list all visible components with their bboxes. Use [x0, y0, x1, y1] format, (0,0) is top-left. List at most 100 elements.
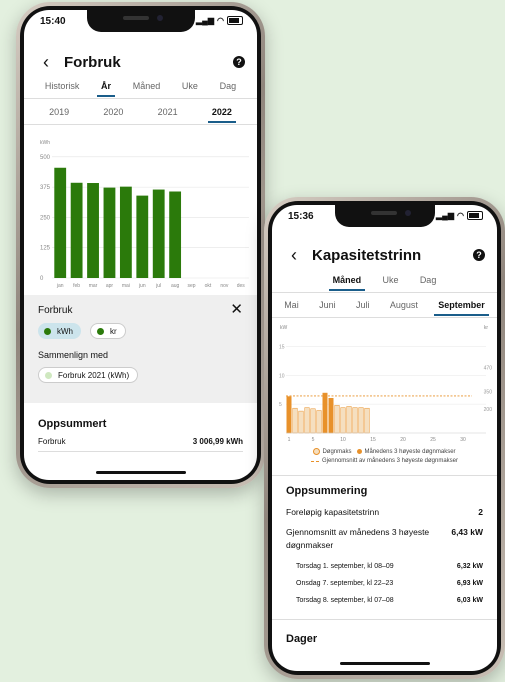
x-tick-label: 5 [312, 437, 315, 443]
y-tick-label: 375 [40, 185, 51, 191]
y-tick-label: 5 [279, 402, 282, 408]
unit-option-kwh[interactable]: kWh [38, 323, 81, 339]
year-2022[interactable]: 2022 [207, 105, 236, 123]
x-tick-label: des [237, 283, 246, 289]
tab-historisk[interactable]: Historisk [41, 79, 84, 97]
x-tick-label: nov [220, 283, 229, 289]
top3-bar [328, 397, 334, 434]
month-mai[interactable]: Mai [280, 298, 303, 316]
legend-item-top3: Månedens 3 høyeste døgnmakser [357, 449, 456, 455]
unit-option-kr[interactable]: kr [90, 323, 126, 339]
peak-value: 6,03 kW [456, 597, 483, 604]
bar [70, 182, 83, 278]
legend-item-daily-max: Døgnmaks [313, 448, 351, 455]
left-axis-unit: kW [280, 325, 288, 331]
status-time: 15:36 [288, 211, 314, 222]
average-label-line2: døgnmakser [286, 540, 334, 550]
tab-dag[interactable]: Dag [216, 79, 241, 97]
year-2019[interactable]: 2019 [45, 105, 73, 123]
x-tick-label: jul [155, 283, 161, 289]
capacity-level-label: Foreløpig kapasitetstrinn [286, 507, 380, 517]
bar [103, 187, 116, 278]
top3-bar [286, 396, 292, 434]
daily-max-bar [352, 407, 358, 434]
bar [87, 183, 99, 278]
filter-title: Forbruk [38, 305, 73, 316]
page-title: Forbruk [64, 54, 121, 71]
compare-dot-icon [45, 371, 52, 379]
y-tick-label: 500 [40, 155, 51, 161]
month-august[interactable]: August [386, 298, 422, 316]
back-chevron-icon[interactable]: ‹ [284, 245, 304, 266]
summary-row-value: 3 006,99 kWh [192, 437, 243, 446]
home-indicator[interactable] [339, 662, 430, 665]
days-title: Dager [286, 633, 318, 645]
battery-icon [227, 16, 243, 25]
help-icon[interactable]: ? [473, 249, 485, 261]
y-tick-label: 125 [40, 246, 51, 252]
phone-1: 15:40 ▂▄▆ ◠ ‹ Forbruk ? Historisk År Mån… [16, 2, 265, 488]
selected-dot-icon [44, 327, 51, 335]
daily-max-bar [292, 407, 298, 434]
home-indicator[interactable] [95, 471, 186, 474]
month-juli[interactable]: Juli [352, 298, 374, 316]
top3-bar [322, 392, 328, 434]
x-tick-label: 20 [400, 437, 406, 443]
y-tick-label: 15 [279, 345, 285, 351]
compare-option[interactable]: Forbruk 2021 (kWh) [38, 367, 139, 383]
x-tick-label: feb [73, 283, 80, 289]
average-value: 6,43 kW [451, 527, 483, 537]
month-juni[interactable]: Juni [315, 298, 340, 316]
wifi-icon: ◠ [457, 211, 464, 220]
nav-bar: ‹ Kapasitetstrinn ? [272, 245, 497, 266]
x-tick-label: jan [56, 283, 64, 289]
close-icon[interactable]: ✕ [230, 300, 243, 318]
signal-icon: ▂▄▆ [436, 211, 455, 220]
daily-max-bar [298, 410, 304, 434]
right-tick-label: 350 [484, 389, 493, 395]
tab-uke[interactable]: Uke [378, 273, 402, 291]
x-tick-label: jun [138, 283, 146, 289]
tab-ar[interactable]: År [97, 79, 116, 97]
daily-max-bar [304, 407, 310, 434]
filter-panel: Forbruk ✕ kWh kr Sammenlign med Forbruk … [24, 295, 257, 403]
tab-maned[interactable]: Måned [328, 273, 366, 291]
period-tabs: Historisk År Måned Uke Dag [24, 79, 257, 97]
year-2021[interactable]: 2021 [154, 105, 182, 123]
back-chevron-icon[interactable]: ‹ [36, 52, 56, 73]
period-tabs: Måned Uke Dag [322, 273, 447, 291]
bar [54, 167, 67, 278]
tab-maned[interactable]: Måned [129, 79, 165, 97]
year-2020[interactable]: 2020 [99, 105, 127, 123]
month-september[interactable]: September [434, 298, 489, 316]
daily-max-bar [310, 408, 316, 434]
x-tick-label: 1 [288, 437, 291, 443]
tab-uke[interactable]: Uke [178, 79, 202, 97]
peak-value: 6,32 kW [456, 563, 483, 570]
summary-title: Oppsummert [38, 418, 107, 430]
daily-max-bar [364, 407, 370, 434]
month-tabs: Mai Juni Juli August September [272, 298, 497, 316]
tab-dag[interactable]: Dag [416, 273, 441, 291]
x-tick-label: mar [89, 283, 98, 289]
signal-icon: ▂▄▆ [196, 16, 215, 25]
help-icon[interactable]: ? [233, 56, 245, 68]
peak-value: 6,93 kW [456, 580, 483, 587]
x-tick-label: sep [188, 283, 196, 289]
y-tick-label: 10 [279, 373, 285, 379]
bar [136, 195, 149, 278]
status-time: 15:40 [40, 16, 66, 27]
year-tabs: 2019 2020 2021 2022 [24, 105, 257, 123]
right-tick-label: 470 [484, 365, 493, 371]
compare-title: Sammenlign med [38, 350, 109, 360]
page-title: Kapasitetstrinn [312, 247, 422, 264]
bar [152, 189, 165, 278]
capacity-level-value: 2 [478, 507, 483, 517]
x-tick-label: 25 [430, 437, 436, 443]
phone-1-screen: 15:40 ▂▄▆ ◠ ‹ Forbruk ? Historisk År Mån… [24, 10, 257, 480]
peak-label: Torsdag 1. september, kl 08–09 [296, 563, 394, 570]
legend-item-average: Gjennomsnitt av månedens 3 høyeste døgnm… [272, 458, 497, 464]
bar [169, 191, 182, 278]
x-tick-label: 10 [340, 437, 346, 443]
daily-max-bar [358, 407, 364, 434]
